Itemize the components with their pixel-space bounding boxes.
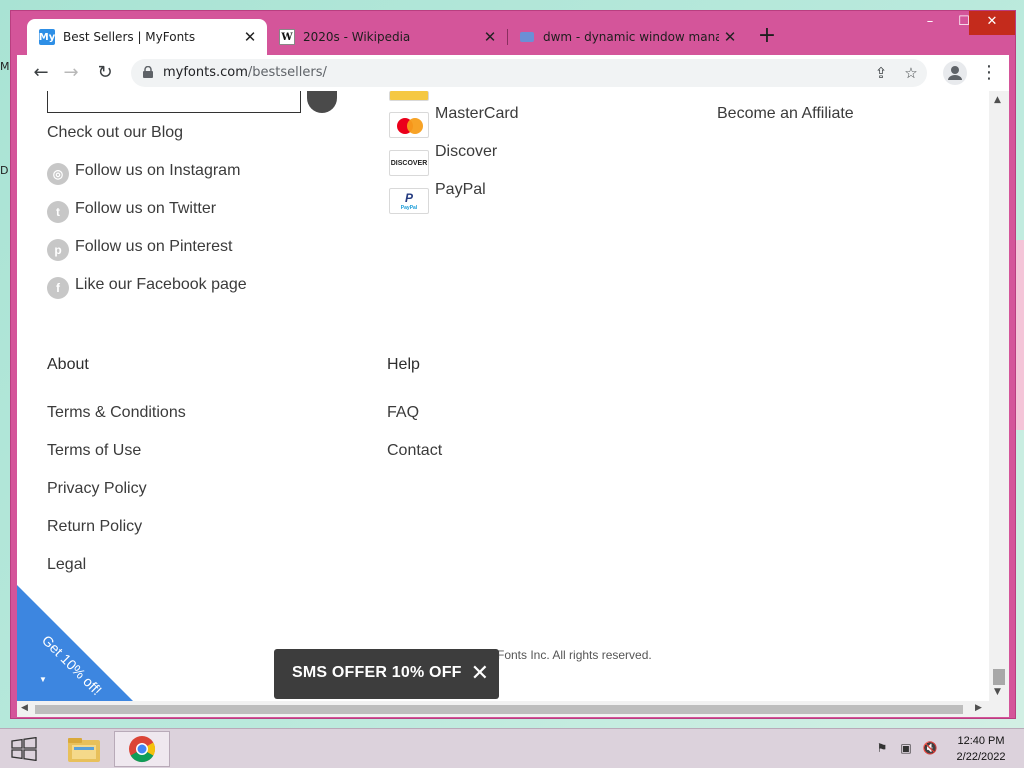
clock-date: 2/22/2022 — [956, 751, 1006, 763]
visa-logo-partial-icon — [389, 91, 429, 101]
twitter-link[interactable]: Follow us on Twitter — [75, 200, 216, 218]
mastercard-icon — [389, 112, 429, 138]
chrome-icon[interactable] — [114, 731, 170, 767]
minimize-button[interactable]: – — [913, 11, 947, 35]
paypal-label: PayPal — [435, 181, 486, 198]
close-tab-icon[interactable]: ✕ — [479, 28, 501, 46]
url-host: myfonts.com — [163, 65, 248, 80]
paypal-icon: P PayPal — [389, 188, 429, 214]
reload-button[interactable]: ↻ — [91, 59, 119, 87]
copyright-text: Fonts Inc. All rights reserved. — [497, 648, 652, 662]
about-heading: About — [47, 356, 89, 373]
return-policy-link[interactable]: Return Policy — [47, 518, 142, 536]
volume-muted-icon[interactable]: 🔇 — [922, 741, 938, 757]
faq-link[interactable]: FAQ — [387, 404, 419, 422]
discover-icon: DISCOVER — [389, 150, 429, 176]
windows-start-icon[interactable] — [10, 737, 38, 761]
mastercard-label: MasterCard — [435, 105, 519, 122]
scroll-up-icon[interactable]: ▲ — [994, 95, 1001, 105]
menu-kebab-icon[interactable]: ⋮ — [977, 59, 1001, 87]
vertical-scrollbar[interactable]: ▲ ▼ — [989, 91, 1009, 701]
discount-ribbon[interactable] — [17, 585, 137, 705]
tab-dwm[interactable]: dwm - dynamic window manage ✕ — [507, 19, 747, 55]
desktop-icon-edge[interactable]: D — [0, 164, 8, 177]
myfonts-icon: My — [39, 29, 55, 45]
clock-time: 12:40 PM — [957, 735, 1005, 747]
close-tab-icon[interactable]: ✕ — [239, 28, 261, 46]
back-button[interactable]: ← — [27, 59, 55, 87]
lock-icon — [143, 66, 153, 78]
address-bar[interactable]: myfonts.com/bestsellers/ ⇪ ☆ — [131, 59, 927, 87]
scroll-down-icon[interactable]: ▼ — [994, 687, 1001, 697]
close-icon[interactable]: ✕ — [471, 661, 489, 685]
pinterest-icon[interactable]: p — [47, 239, 69, 261]
privacy-policy-link[interactable]: Privacy Policy — [47, 480, 147, 498]
forward-button[interactable]: → — [57, 59, 85, 87]
help-heading: Help — [387, 356, 420, 373]
tab-title: dwm - dynamic window manage — [543, 30, 719, 44]
tab-title: Best Sellers | MyFonts — [63, 30, 196, 44]
newsletter-submit-icon[interactable] — [307, 91, 337, 113]
system-clock[interactable]: 12:40 PM 2/22/2022 — [946, 733, 1016, 765]
horizontal-scrollbar[interactable]: ◀ ▶ — [17, 701, 1009, 717]
tab-title: 2020s - Wikipedia — [303, 30, 411, 44]
terms-of-use-link[interactable]: Terms of Use — [47, 442, 141, 460]
url-path: /bestsellers/ — [247, 65, 327, 80]
new-tab-button[interactable]: + — [755, 25, 779, 49]
sms-offer-toast[interactable]: SMS OFFER 10% OFF ✕ — [274, 649, 499, 699]
desktop-icon-edge[interactable]: M — [0, 60, 10, 73]
tab-wikipedia[interactable]: W 2020s - Wikipedia ✕ — [267, 19, 507, 55]
instagram-icon[interactable]: ◎ — [47, 163, 69, 185]
paypal-logo-text: PayPal — [400, 205, 418, 211]
terms-conditions-link[interactable]: Terms & Conditions — [47, 404, 186, 422]
tab-myfonts[interactable]: My Best Sellers | MyFonts ✕ — [27, 19, 267, 55]
contact-link[interactable]: Contact — [387, 442, 442, 460]
affiliate-link[interactable]: Become an Affiliate — [717, 105, 854, 123]
instagram-link[interactable]: Follow us on Instagram — [75, 162, 240, 180]
horizontal-scroll-thumb[interactable] — [35, 705, 963, 714]
facebook-icon[interactable]: f — [47, 277, 69, 299]
pinterest-link[interactable]: Follow us on Pinterest — [75, 238, 232, 256]
browser-window: My Best Sellers | MyFonts ✕ W 2020s - Wi… — [10, 10, 1016, 719]
wikipedia-icon: W — [279, 29, 295, 45]
twitter-icon[interactable]: t — [47, 201, 69, 223]
action-center-flag-icon[interactable]: ⚑ — [874, 741, 890, 757]
profile-avatar-icon[interactable] — [943, 61, 967, 85]
page-viewport: Check out our Blog ◎ Follow us on Instag… — [17, 91, 1009, 717]
browser-toolbar: ← → ↻ myfonts.com/bestsellers/ ⇪ ☆ ⋮ — [17, 55, 1009, 91]
ribbon-arrow-icon: ▼ — [39, 675, 47, 684]
legal-link[interactable]: Legal — [47, 556, 86, 574]
share-icon[interactable]: ⇪ — [871, 63, 891, 83]
vertical-scroll-thumb[interactable] — [993, 669, 1005, 685]
sms-offer-label[interactable]: SMS OFFER 10% OFF — [292, 664, 462, 682]
discover-label: Discover — [435, 143, 498, 160]
myfonts-footer: Check out our Blog ◎ Follow us on Instag… — [17, 91, 987, 705]
newsletter-email-input[interactable] — [47, 91, 301, 113]
scroll-right-icon[interactable]: ▶ — [975, 703, 982, 713]
network-icon[interactable]: ▣ — [898, 741, 914, 757]
blog-link[interactable]: Check out our Blog — [47, 124, 183, 142]
scroll-left-icon[interactable]: ◀ — [21, 703, 28, 713]
suckless-icon — [519, 29, 535, 45]
file-explorer-icon[interactable] — [56, 731, 112, 767]
url-text: myfonts.com/bestsellers/ — [163, 65, 327, 80]
bookmark-star-icon[interactable]: ☆ — [901, 63, 921, 83]
facebook-link[interactable]: Like our Facebook page — [75, 276, 247, 294]
close-tab-icon[interactable]: ✕ — [719, 28, 741, 46]
taskbar: ⚑ ▣ 🔇 12:40 PM 2/22/2022 — [0, 728, 1024, 768]
discover-logo-text: DISCOVER — [390, 160, 428, 167]
close-window-button[interactable]: ✕ — [969, 11, 1015, 35]
tab-strip: My Best Sellers | MyFonts ✕ W 2020s - Wi… — [11, 11, 1015, 55]
